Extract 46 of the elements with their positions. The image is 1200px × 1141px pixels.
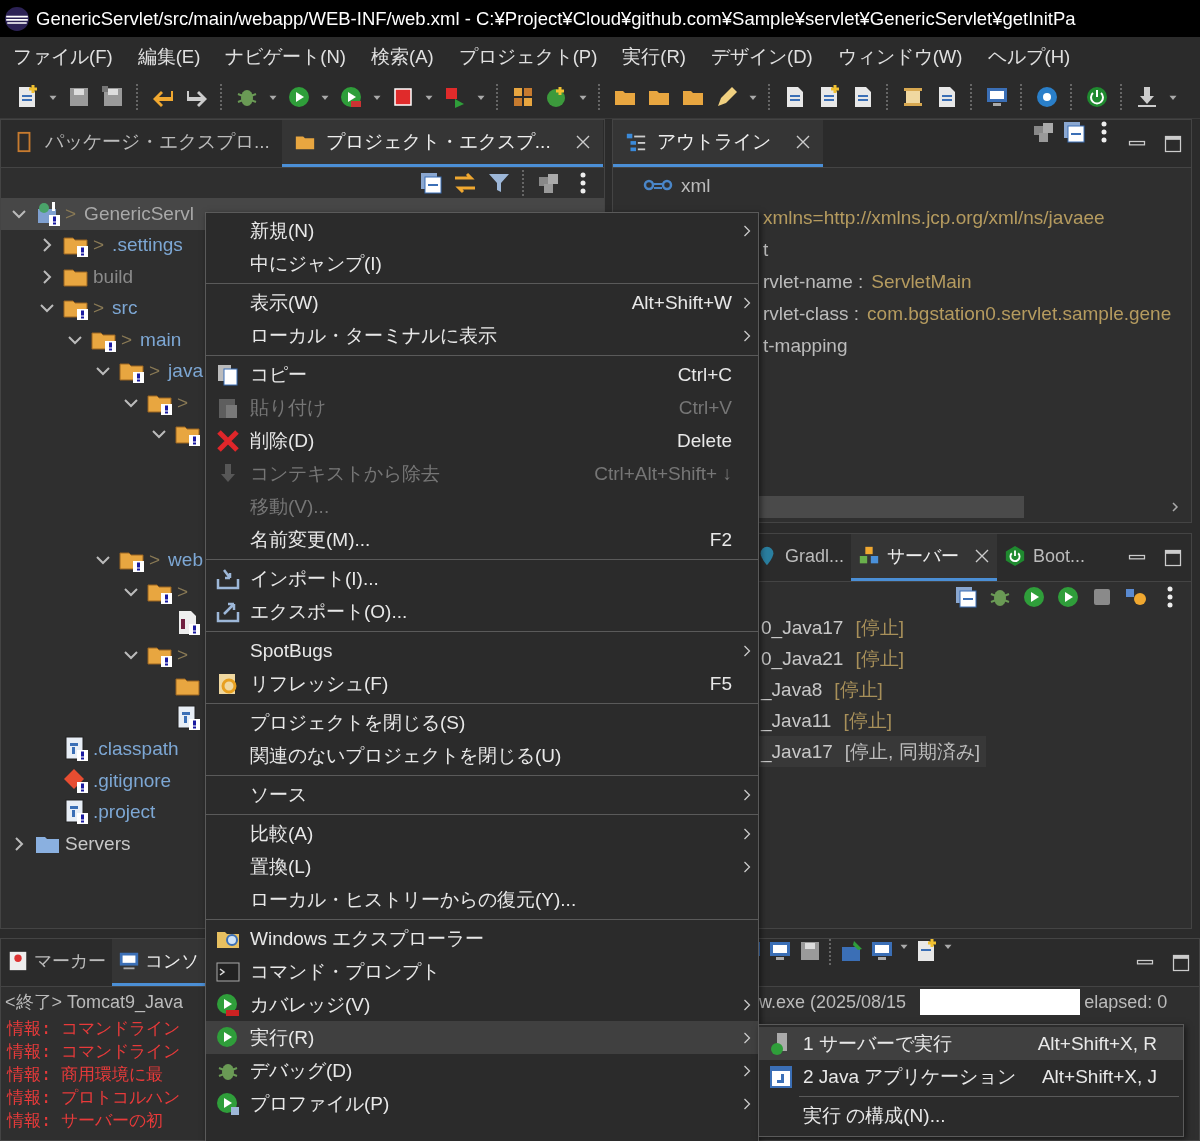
- outline-node-name: rvlet-name :: [763, 271, 864, 293]
- shortcut-label: F5: [709, 672, 732, 695]
- shortcut-label: Ctrl+Alt+Shift+ ↓: [594, 462, 732, 485]
- console-log-line: 情報: プロトコルハン: [7, 1086, 181, 1109]
- git-change-marker: >: [149, 360, 161, 383]
- file-name: build: [93, 265, 134, 288]
- elapsed-time-label: elapsed: 0: [1084, 991, 1168, 1013]
- git-change-marker: >: [121, 328, 133, 351]
- outline-node-name: rvlet-class :: [763, 303, 860, 325]
- shortcut-label: Alt+Shift+X, J: [1041, 1065, 1157, 1088]
- git-change-marker: >: [177, 643, 189, 666]
- git-change-marker: >: [177, 391, 189, 414]
- git-change-marker: >: [65, 202, 77, 225]
- shortcut-label: Delete: [677, 429, 732, 452]
- outline-node-value: com.bgstation0.servlet.sample.gene: [867, 303, 1172, 325]
- shortcut-label: Alt+Shift+X, R: [1037, 1032, 1157, 1055]
- console-log-line: 情報: サーバーの初: [7, 1109, 164, 1132]
- file-name: web: [168, 549, 203, 572]
- shortcut-label: Alt+Shift+W: [631, 291, 732, 314]
- outline-node-name: t: [763, 239, 769, 261]
- shortcut-label: F2: [709, 528, 732, 551]
- console-process-label: <終了> Tomcat9_Java: [4, 991, 185, 1014]
- file-name: .classpath: [93, 738, 179, 761]
- file-name: java: [168, 360, 203, 383]
- window-title: GenericServlet/src/main/webapp/WEB-INF/web.xml - C:¥Project¥Cloud¥github.com¥Sample¥servlet¥GenericServlet¥getInitPa: [36, 7, 1076, 30]
- console-log-line: 情報: 商用環境に最: [7, 1063, 164, 1086]
- file-name: Servers: [65, 832, 131, 855]
- shortcut-label: Ctrl+V: [678, 396, 732, 419]
- shortcut-label: Ctrl+C: [677, 363, 732, 386]
- git-change-marker: >: [149, 549, 161, 572]
- git-change-marker: >: [93, 234, 105, 257]
- console-process-path: w.exe (2025/08/15: [759, 991, 907, 1013]
- console-log-line: 情報: コマンドライン: [7, 1017, 181, 1040]
- outline-node-value: ServletMain: [871, 271, 972, 293]
- git-change-marker: >: [177, 580, 189, 603]
- console-log-line: 情報: コマンドライン: [7, 1040, 181, 1063]
- outline-node-name: t-mapping: [763, 335, 848, 357]
- file-name: .settings: [112, 234, 183, 257]
- file-name: src: [112, 297, 138, 320]
- git-change-marker: >: [93, 297, 105, 320]
- file-name: GenericServl: [84, 202, 194, 225]
- file-name: main: [140, 328, 182, 351]
- file-name: .gitignore: [93, 769, 172, 792]
- outline-node-value: xmlns=http://xmlns.jcp.org/xml/ns/javaee: [763, 207, 1105, 229]
- file-name: .project: [93, 801, 156, 824]
- outline-node-name: xml: [681, 175, 711, 197]
